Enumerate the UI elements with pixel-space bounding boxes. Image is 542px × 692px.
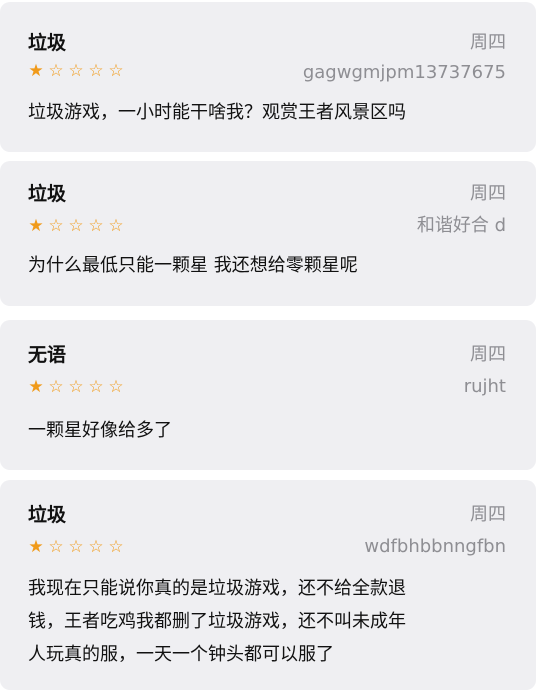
star-empty-icon: ☆ xyxy=(48,216,64,236)
review-date: 周四 xyxy=(470,504,506,525)
review-card[interactable]: 垃圾 周四 ★ ☆ ☆ ☆ ☆ gagwgmjpm13737675 垃圾游戏，一小时能干… xyxy=(0,2,536,152)
star-empty-icon: ☆ xyxy=(68,61,84,81)
star-empty-icon: ☆ xyxy=(88,216,104,236)
star-filled-icon: ★ xyxy=(28,61,44,81)
star-empty-icon: ☆ xyxy=(88,61,104,81)
star-empty-icon: ☆ xyxy=(108,537,124,557)
review-author: wdfbhbbnngfbn xyxy=(364,536,506,557)
star-empty-icon: ☆ xyxy=(48,537,64,557)
star-empty-icon: ☆ xyxy=(108,377,124,397)
star-empty-icon: ☆ xyxy=(48,377,64,397)
review-body: 为什么最低只能一颗星 我还想给零颗星呢 xyxy=(28,255,358,276)
review-title: 无语 xyxy=(28,344,67,366)
review-date: 周四 xyxy=(470,344,506,365)
review-card[interactable]: 垃圾 周四 ★ ☆ ☆ ☆ ☆ 和谐好合 d 为什么最低只能一颗星 我还想给零颗星呢 xyxy=(0,161,536,306)
star-empty-icon: ☆ xyxy=(88,377,104,397)
star-filled-icon: ★ xyxy=(28,216,44,236)
star-empty-icon: ☆ xyxy=(68,377,84,397)
review-author: gagwgmjpm13737675 xyxy=(302,62,506,83)
review-title: 垃圾 xyxy=(28,32,67,54)
review-body: 一颗星好像给多了 xyxy=(28,420,172,441)
star-rating: ★ ☆ ☆ ☆ ☆ xyxy=(27,62,125,80)
review-date: 周四 xyxy=(470,32,506,53)
star-rating: ★ ☆ ☆ ☆ ☆ xyxy=(27,538,125,556)
star-empty-icon: ☆ xyxy=(48,61,64,81)
review-body: 我现在只能说你真的是垃圾游戏，还不给全款退 钱，王者吃鸡我都删了垃圾游戏，还不叫… xyxy=(28,572,508,671)
star-empty-icon: ☆ xyxy=(68,216,84,236)
star-rating: ★ ☆ ☆ ☆ ☆ xyxy=(27,378,125,396)
star-empty-icon: ☆ xyxy=(68,537,84,557)
review-author: 和谐好合 d xyxy=(416,215,506,236)
review-body: 垃圾游戏，一小时能干啥我？观赏王者风景区吗 xyxy=(28,102,406,123)
review-card[interactable]: 垃圾 周四 ★ ☆ ☆ ☆ ☆ wdfbhbbnngfbn 我现在只能说你真的是垃圾游戏… xyxy=(0,480,536,690)
star-rating: ★ ☆ ☆ ☆ ☆ xyxy=(27,217,125,235)
star-filled-icon: ★ xyxy=(28,377,44,397)
star-filled-icon: ★ xyxy=(28,537,44,557)
review-author: rujht xyxy=(463,376,506,397)
star-empty-icon: ☆ xyxy=(108,216,124,236)
star-empty-icon: ☆ xyxy=(108,61,124,81)
review-body-line: 人玩真的服，一天一个钟头都可以服了 xyxy=(28,644,334,665)
review-body-line: 钱，王者吃鸡我都删了垃圾游戏，还不叫未成年 xyxy=(28,611,406,632)
star-empty-icon: ☆ xyxy=(88,537,104,557)
review-body-line: 我现在只能说你真的是垃圾游戏，还不给全款退 xyxy=(28,578,406,599)
review-card[interactable]: 无语 周四 ★ ☆ ☆ ☆ ☆ rujht 一颗星好像给多了 xyxy=(0,320,536,470)
review-title: 垃圾 xyxy=(28,504,67,526)
review-title: 垃圾 xyxy=(28,183,67,205)
review-date: 周四 xyxy=(470,183,506,204)
